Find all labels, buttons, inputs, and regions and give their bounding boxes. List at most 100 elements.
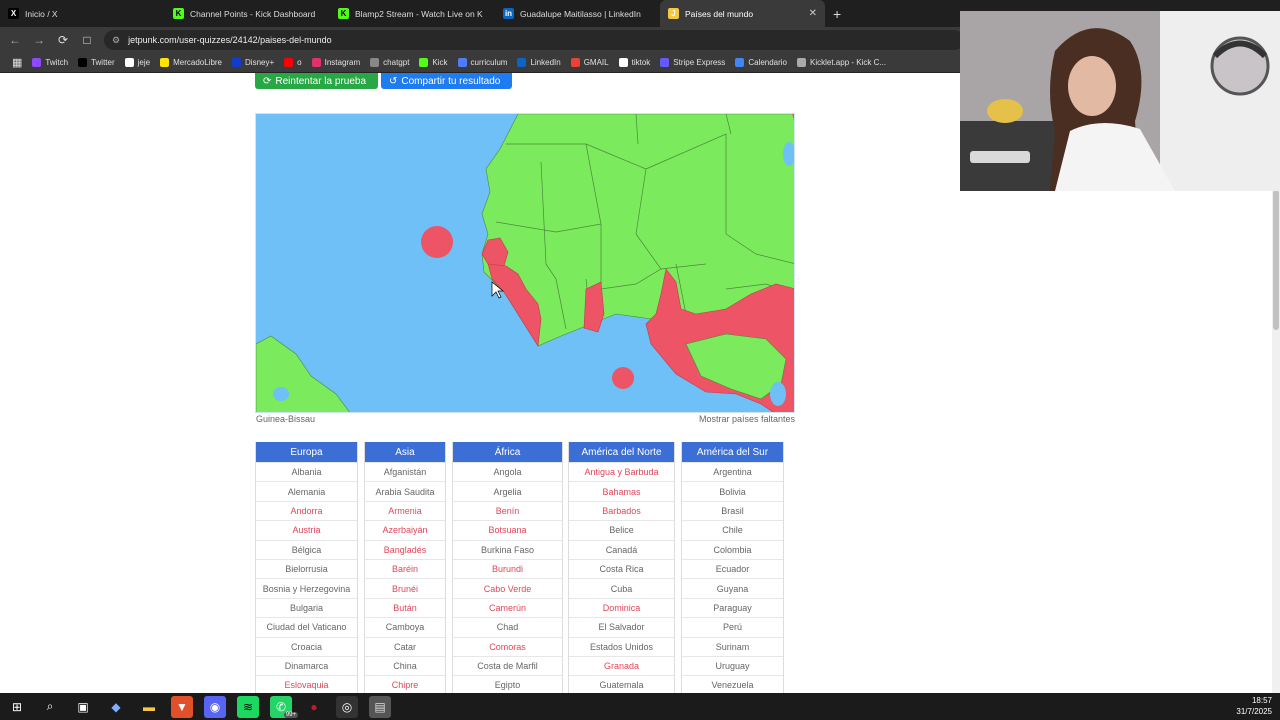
country-answer-cell: Chile bbox=[682, 520, 783, 539]
browser-tab[interactable]: J Países del mundo ✕ bbox=[660, 0, 825, 27]
page-scrollbar[interactable] bbox=[1272, 190, 1280, 693]
site-info-icon[interactable]: ⚙ bbox=[112, 35, 120, 46]
column-header: Europa bbox=[256, 442, 357, 462]
country-answer-cell: Alemania bbox=[256, 481, 357, 500]
bookmark-item[interactable]: Twitter bbox=[78, 58, 115, 67]
stripe-icon bbox=[660, 58, 670, 67]
spotify-icon[interactable]: ≋ bbox=[237, 695, 259, 718]
bookmark-label: o bbox=[297, 58, 302, 67]
country-answer-cell: Bahamas bbox=[569, 481, 674, 500]
linkedin-icon: in bbox=[503, 8, 514, 19]
browser-tab[interactable]: in Guadalupe Maitilasso | LinkedIn bbox=[495, 0, 660, 27]
browser-tab[interactable]: K Channel Points - Kick Dashboard bbox=[165, 0, 330, 27]
address-bar[interactable]: ⚙ jetpunk.com/user-quizzes/24142/paises-… bbox=[104, 30, 964, 50]
gmail-icon bbox=[570, 58, 580, 67]
bookmark-item[interactable]: Calendario bbox=[735, 58, 787, 67]
country-answer-cell: Afganistán bbox=[365, 462, 445, 481]
back-icon[interactable]: ← bbox=[8, 33, 22, 47]
bookmark-item[interactable]: MercadoLibre bbox=[160, 58, 222, 67]
file-explorer-icon[interactable]: ▬ bbox=[138, 696, 160, 718]
bookmark-label: GMAIL bbox=[583, 58, 609, 67]
bookmark-item[interactable]: Stripe Express bbox=[660, 58, 725, 67]
country-answer-cell: Dominica bbox=[569, 597, 674, 617]
notes-icon[interactable]: ▤ bbox=[369, 695, 391, 718]
column-header: América del Sur bbox=[682, 442, 783, 462]
bookmark-item[interactable]: tiktok bbox=[618, 58, 650, 67]
country-answer-cell: Guyana bbox=[682, 578, 783, 597]
whatsapp-icon[interactable]: ✆ 99+ bbox=[270, 695, 298, 718]
show-missing-link[interactable]: Mostrar países faltantes bbox=[699, 414, 795, 424]
bookmark-item[interactable]: Kicklet.app - Kick C... bbox=[797, 58, 886, 67]
country-answer-cell: Antigua y Barbuda bbox=[569, 462, 674, 481]
reload-icon[interactable]: ⟳ bbox=[56, 33, 70, 47]
search-icon[interactable]: ⌕ bbox=[39, 696, 61, 718]
country-answer-cell: Bután bbox=[365, 597, 445, 617]
answer-column: África Angola Argelia Benín Botsuana Burkina … bbox=[452, 442, 563, 693]
country-answer-cell: Cabo Verde bbox=[453, 578, 562, 597]
share-result-button[interactable]: ↺ Compartir tu resultado bbox=[381, 73, 512, 89]
copilot-icon[interactable]: ◆ bbox=[105, 696, 127, 718]
windows-start-icon[interactable]: ⊞ bbox=[6, 696, 28, 718]
country-answer-cell: Camerún bbox=[453, 597, 562, 617]
answer-column: Europa Albania Alemania Andorra Austria Bélgi… bbox=[255, 442, 358, 693]
bookmark-item[interactable]: curriculum bbox=[457, 58, 507, 67]
bookmark-label: Twitch bbox=[45, 58, 69, 67]
country-answer-cell: Barbados bbox=[569, 500, 674, 520]
country-answer-cell: Andorra bbox=[256, 500, 357, 520]
country-answer-cell: El Salvador bbox=[569, 617, 674, 636]
country-answer-cell: Paraguay bbox=[682, 597, 783, 617]
bookmark-item[interactable]: GMAIL bbox=[570, 58, 609, 67]
app-icon[interactable]: ● bbox=[303, 696, 325, 718]
bookmark-item[interactable]: Disney+ bbox=[232, 58, 274, 67]
obs-icon[interactable]: ◎ bbox=[336, 695, 358, 718]
bookmark-item[interactable]: Twitch bbox=[32, 58, 68, 67]
bookmark-label: Calendario bbox=[748, 58, 788, 67]
jetpunk-icon: J bbox=[668, 8, 679, 19]
brave-icon[interactable]: ▼ bbox=[171, 695, 193, 718]
system-clock[interactable]: 18:57 31/7/2025 bbox=[1236, 695, 1272, 717]
retry-quiz-button[interactable]: ⟳ Reintentar la prueba bbox=[255, 73, 378, 89]
lake bbox=[783, 142, 794, 166]
browser-tab[interactable]: X Inicio / X bbox=[0, 0, 165, 27]
country-answer-cell: Bélgica bbox=[256, 539, 357, 559]
country-answer-cell: Baréin bbox=[365, 558, 445, 578]
hovered-country-label: Guinea-Bissau bbox=[256, 414, 316, 424]
country-answer-cell: China bbox=[365, 655, 445, 675]
quiz-map[interactable] bbox=[255, 113, 795, 413]
bookmark-item[interactable]: o bbox=[284, 58, 302, 67]
tab-title: Inicio / X bbox=[25, 8, 58, 19]
country-answer-cell: Belice bbox=[569, 520, 674, 539]
country-answer-cell: Costa Rica bbox=[569, 558, 674, 578]
bookmark-item[interactable]: Kick bbox=[419, 58, 448, 67]
bookmark-item[interactable]: LinkedIn bbox=[517, 58, 561, 67]
bookmark-label: Instagram bbox=[324, 58, 361, 67]
x-icon bbox=[78, 58, 88, 67]
browser-tab[interactable]: K Blamp2 Stream - Watch Live on K bbox=[330, 0, 495, 27]
url-text: jetpunk.com/user-quizzes/24142/paises-de… bbox=[128, 35, 332, 45]
country-answer-cell: Uruguay bbox=[682, 655, 783, 675]
scrollbar-thumb[interactable] bbox=[1273, 190, 1279, 330]
bookmark-label: Twitter bbox=[91, 58, 115, 67]
country-cabo-verde[interactable] bbox=[421, 226, 453, 258]
country-answer-cell: Estados Unidos bbox=[569, 636, 674, 656]
map-svg[interactable] bbox=[256, 114, 795, 413]
country-answer-cell: Burkina Faso bbox=[453, 539, 562, 559]
country-answer-cell: Catar bbox=[365, 636, 445, 656]
country-answer-cell: Costa de Marfil bbox=[453, 655, 562, 675]
refresh-icon: ⟳ bbox=[263, 75, 272, 87]
task-view-icon[interactable]: ▣ bbox=[72, 696, 94, 718]
forward-icon[interactable]: → bbox=[32, 33, 46, 47]
kick-icon: K bbox=[173, 8, 184, 19]
close-tab-icon[interactable]: ✕ bbox=[809, 8, 817, 19]
bookmark-icon[interactable]: □ bbox=[80, 33, 94, 47]
country-santo-tome[interactable] bbox=[612, 367, 634, 389]
discord-icon[interactable]: ◉ bbox=[204, 695, 226, 718]
country-answer-cell: Surinam bbox=[682, 636, 783, 656]
tiktok-icon bbox=[618, 58, 628, 67]
bookmark-item[interactable]: chatgpt bbox=[370, 58, 409, 67]
bookmark-label: jeje bbox=[137, 58, 151, 67]
bookmark-item[interactable]: Instagram bbox=[311, 58, 361, 67]
new-tab-button[interactable]: + bbox=[825, 6, 849, 22]
bookmark-item[interactable]: jeje bbox=[124, 58, 151, 67]
apps-grid-icon[interactable]: ▦ bbox=[12, 56, 22, 69]
